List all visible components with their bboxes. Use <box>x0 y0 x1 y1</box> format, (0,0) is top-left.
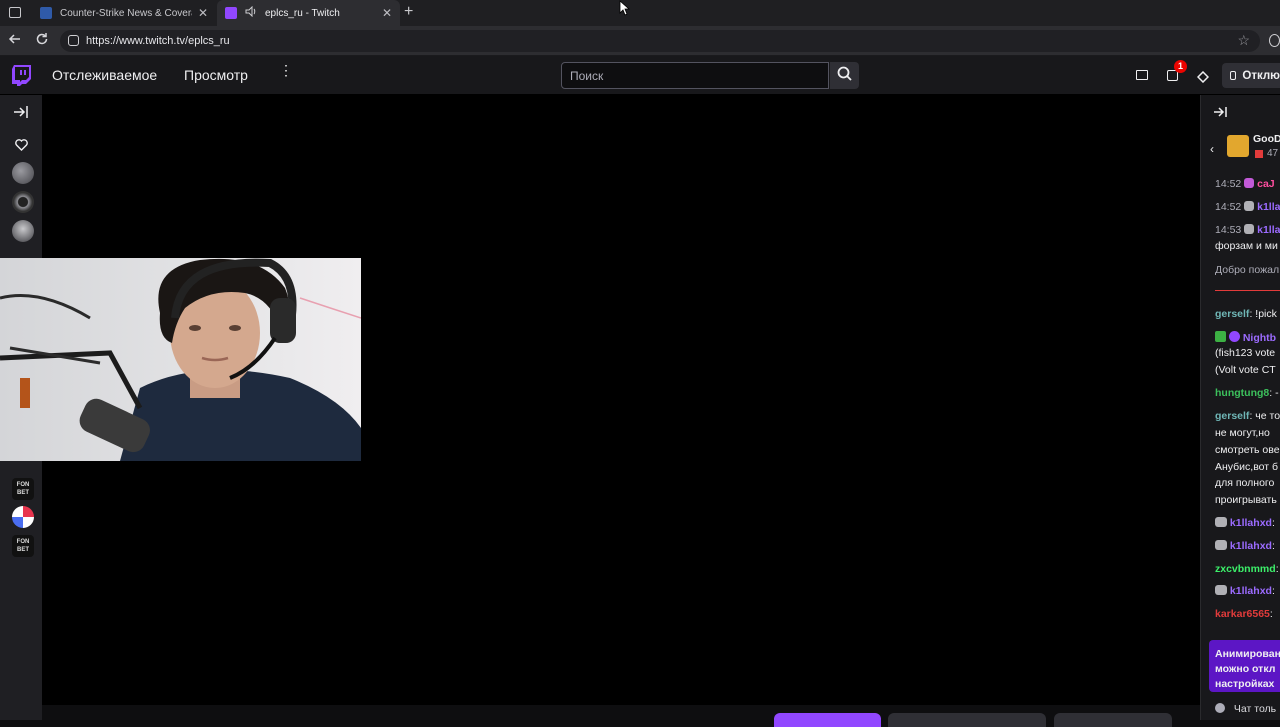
chat-divider <box>1215 290 1280 291</box>
chat-username: k1lla <box>1257 224 1280 236</box>
ad-free-label: Отклю <box>1242 69 1280 82</box>
browser-tab-twitch[interactable]: eplcs_ru - Twitch ✕ <box>217 0 400 26</box>
site-info-icon[interactable] <box>68 35 79 46</box>
chevron-left-icon[interactable]: ‹ <box>1210 142 1214 156</box>
chat-footer-text: Чат толь <box>1233 703 1277 715</box>
ad-free-button[interactable]: Отклю <box>1222 63 1280 88</box>
ad-free-icon <box>1230 71 1237 80</box>
new-tab-button[interactable]: + <box>404 3 413 21</box>
chat-text: (fish123 vote <box>1215 347 1276 359</box>
nav-browse-link[interactable]: Просмотр <box>184 67 248 83</box>
address-bar[interactable]: https://www.twitch.tv/eplcs_ru ☆ <box>60 30 1260 52</box>
chat-username: caJ <box>1257 178 1275 190</box>
chat-message: 14:52 k1lla <box>1215 201 1280 213</box>
browser-toolbar: https://www.twitch.tv/eplcs_ru ☆ <box>0 26 1280 56</box>
chat-message: 14:53 k1lla <box>1215 224 1280 236</box>
promo-line: можно откл <box>1215 663 1276 675</box>
bookmark-star-icon[interactable]: ☆ <box>1237 32 1250 49</box>
chat-panel: ‹ GooD 47 14:52 caJ 14:52 k1lla 14:53 k1… <box>1200 95 1280 720</box>
channel-avatar-fonbet[interactable]: FON BET <box>12 478 34 500</box>
search-input[interactable]: Поиск <box>561 62 829 89</box>
speaker-icon[interactable] <box>245 5 257 20</box>
twitch-top-nav: Отслеживаемое Просмотр ⋮ Поиск 1 Отклю <box>0 56 1280 95</box>
extensions-icon[interactable] <box>1269 34 1280 47</box>
badge-icon <box>1244 201 1255 211</box>
channel-avatar[interactable] <box>12 506 34 528</box>
followed-heart-icon[interactable] <box>15 138 28 156</box>
badge-icon <box>1215 540 1227 550</box>
mouse-cursor-icon <box>619 0 631 21</box>
chat-message: Nightb <box>1215 331 1276 344</box>
twitch-favicon-icon <box>225 7 237 19</box>
tab-title: eplcs_ru - Twitch <box>265 7 340 19</box>
reload-icon[interactable] <box>35 32 49 51</box>
promo-line: Анимирован <box>1215 648 1280 660</box>
more-options-icon[interactable]: ⋮ <box>279 63 293 77</box>
tab-title: Counter-Strike News & Coverage <box>60 7 192 19</box>
notification-badge: 1 <box>1174 60 1187 73</box>
inbox-icon[interactable] <box>1136 70 1148 80</box>
chat-system-message: Добро пожал <box>1215 264 1280 276</box>
close-tab-icon[interactable]: ✕ <box>382 6 392 20</box>
twitch-logo-icon[interactable] <box>12 65 31 91</box>
search-icon <box>837 66 852 86</box>
chat-text: (Volt vote CT <box>1215 364 1276 376</box>
chat-message: k1llahxd: <box>1215 585 1275 597</box>
browser-tab-hltv[interactable]: Counter-Strike News & Coverage ✕ <box>32 0 216 26</box>
badge-icon <box>1244 178 1255 188</box>
back-arrow-icon[interactable] <box>8 32 22 51</box>
subscribe-button[interactable] <box>888 713 1046 727</box>
prime-crown-icon[interactable] <box>1196 70 1210 88</box>
chat-message: karkar6565: <box>1215 608 1273 620</box>
channel-info-bar <box>42 705 1200 727</box>
collapse-chat-icon[interactable] <box>1213 105 1227 123</box>
channel-avatar[interactable] <box>12 162 34 184</box>
nav-following-link[interactable]: Отслеживаемое <box>52 67 157 83</box>
chat-text: для полного <box>1215 477 1275 489</box>
gifter-name: GooD <box>1253 133 1280 145</box>
expand-sidebar-icon[interactable] <box>13 105 29 124</box>
gift-box-icon <box>1227 135 1249 157</box>
badge-icon <box>1244 224 1255 234</box>
channel-avatar[interactable] <box>12 191 34 213</box>
browser-tab-strip: Counter-Strike News & Coverage ✕ eplcs_r… <box>0 0 1280 26</box>
gift-banner[interactable]: ‹ GooD 47 <box>1201 129 1280 169</box>
close-tab-icon[interactable]: ✕ <box>198 6 208 20</box>
channel-avatar[interactable] <box>12 220 34 242</box>
badge-icon <box>1215 517 1227 527</box>
follow-button[interactable] <box>774 713 881 727</box>
chat-text: Анубис,вот б <box>1215 461 1279 473</box>
gift-count: 47 <box>1267 148 1279 159</box>
chat-text: проигрывать <box>1215 494 1277 506</box>
url-text: https://www.twitch.tv/eplcs_ru <box>86 35 230 47</box>
chat-text: не могут,но <box>1215 427 1270 439</box>
check-badge-icon <box>1215 331 1226 342</box>
chat-message: k1llahxd: <box>1215 540 1275 552</box>
chat-text: смотреть ове <box>1215 444 1280 456</box>
chat-message: zxcvbnmmd: <box>1215 563 1279 575</box>
info-icon <box>1215 703 1225 713</box>
chat-username: k1lla <box>1257 201 1280 213</box>
chat-message: hungtung8: - <box>1215 387 1279 399</box>
promo-line: настройках <box>1215 678 1275 690</box>
badge-icon <box>1215 585 1227 595</box>
hltv-favicon-icon <box>40 7 52 19</box>
chat-footer: Чат толь <box>1215 703 1276 715</box>
chat-message: 14:52 caJ <box>1215 178 1275 190</box>
tab-list-icon[interactable] <box>9 7 21 18</box>
chat-message: gerself: че то <box>1215 410 1280 422</box>
webcam-overlay-image <box>0 258 361 461</box>
chat-text: форзам и ми <box>1215 240 1278 252</box>
gift-small-icon <box>1255 150 1263 158</box>
search-button[interactable] <box>830 62 859 89</box>
channel-avatar-fonbet[interactable]: FON BET <box>12 535 34 557</box>
chat-promo-banner[interactable]: Анимирован можно откл настройках <box>1209 640 1280 692</box>
verified-badge-icon <box>1228 331 1240 342</box>
gift-button[interactable] <box>1054 713 1172 727</box>
chat-message: gerself: !pick <box>1215 308 1277 320</box>
chat-message: k1llahxd: <box>1215 517 1275 529</box>
